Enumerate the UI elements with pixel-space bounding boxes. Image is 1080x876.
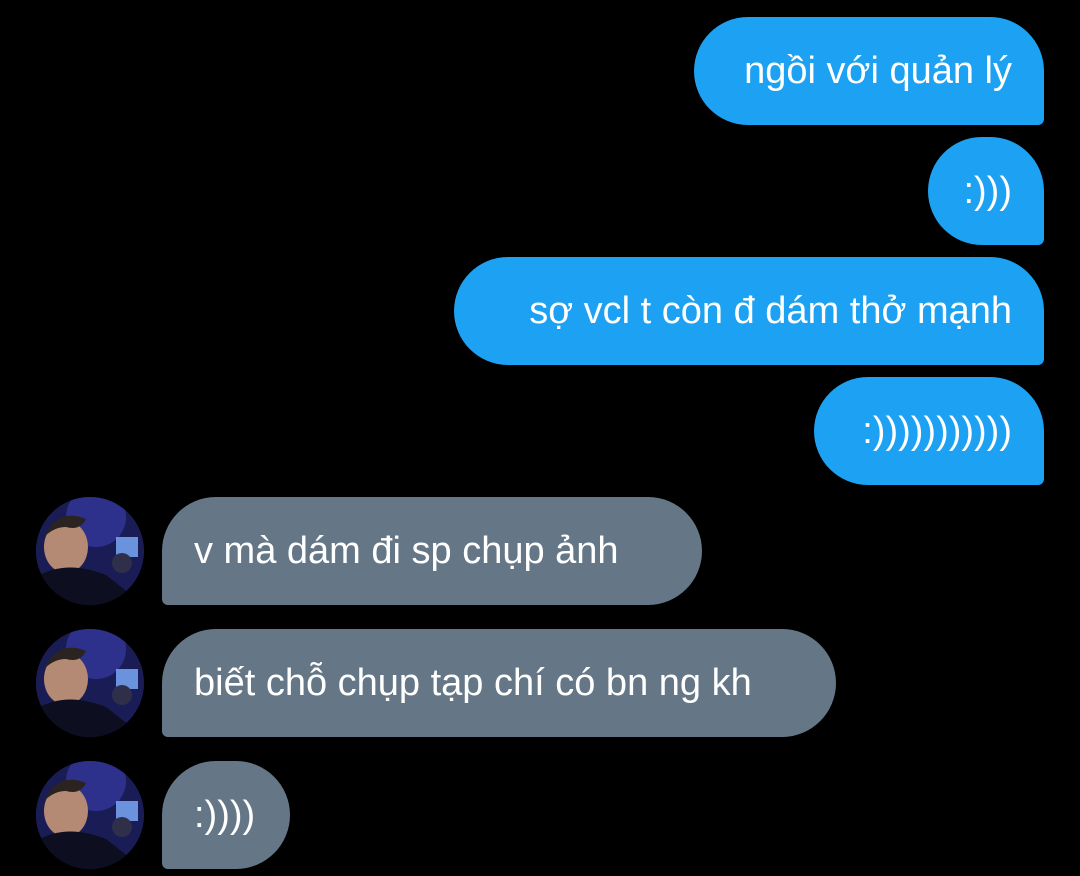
message-text: ngồi với quản lý — [744, 50, 1012, 92]
sent-message-bubble[interactable]: :))))))))))) — [814, 377, 1044, 485]
message-text: :))))))))))) — [862, 410, 1012, 452]
contact-avatar-icon[interactable] — [36, 497, 144, 605]
message-text: :))) — [963, 170, 1012, 212]
conversation-thread: ngồi với quản lý :))) sợ vcl t còn đ dám… — [0, 0, 1080, 876]
sent-message-bubble[interactable]: :))) — [928, 137, 1044, 245]
message-text: :)))) — [194, 794, 256, 836]
sent-message-bubble[interactable]: sợ vcl t còn đ dám thở mạnh — [454, 257, 1044, 365]
message-text: sợ vcl t còn đ dám thở mạnh — [529, 290, 1012, 332]
sent-message-bubble[interactable]: ngồi với quản lý — [694, 17, 1044, 125]
contact-avatar-icon[interactable] — [36, 761, 144, 869]
received-message-bubble[interactable]: biết chỗ chụp tạp chí có bn ng kh — [162, 629, 836, 737]
message-text: v mà dám đi sp chụp ảnh — [194, 530, 619, 572]
message-text: biết chỗ chụp tạp chí có bn ng kh — [194, 662, 752, 704]
received-message-bubble[interactable]: v mà dám đi sp chụp ảnh — [162, 497, 702, 605]
received-message-bubble[interactable]: :)))) — [162, 761, 290, 869]
contact-avatar-icon[interactable] — [36, 629, 144, 737]
